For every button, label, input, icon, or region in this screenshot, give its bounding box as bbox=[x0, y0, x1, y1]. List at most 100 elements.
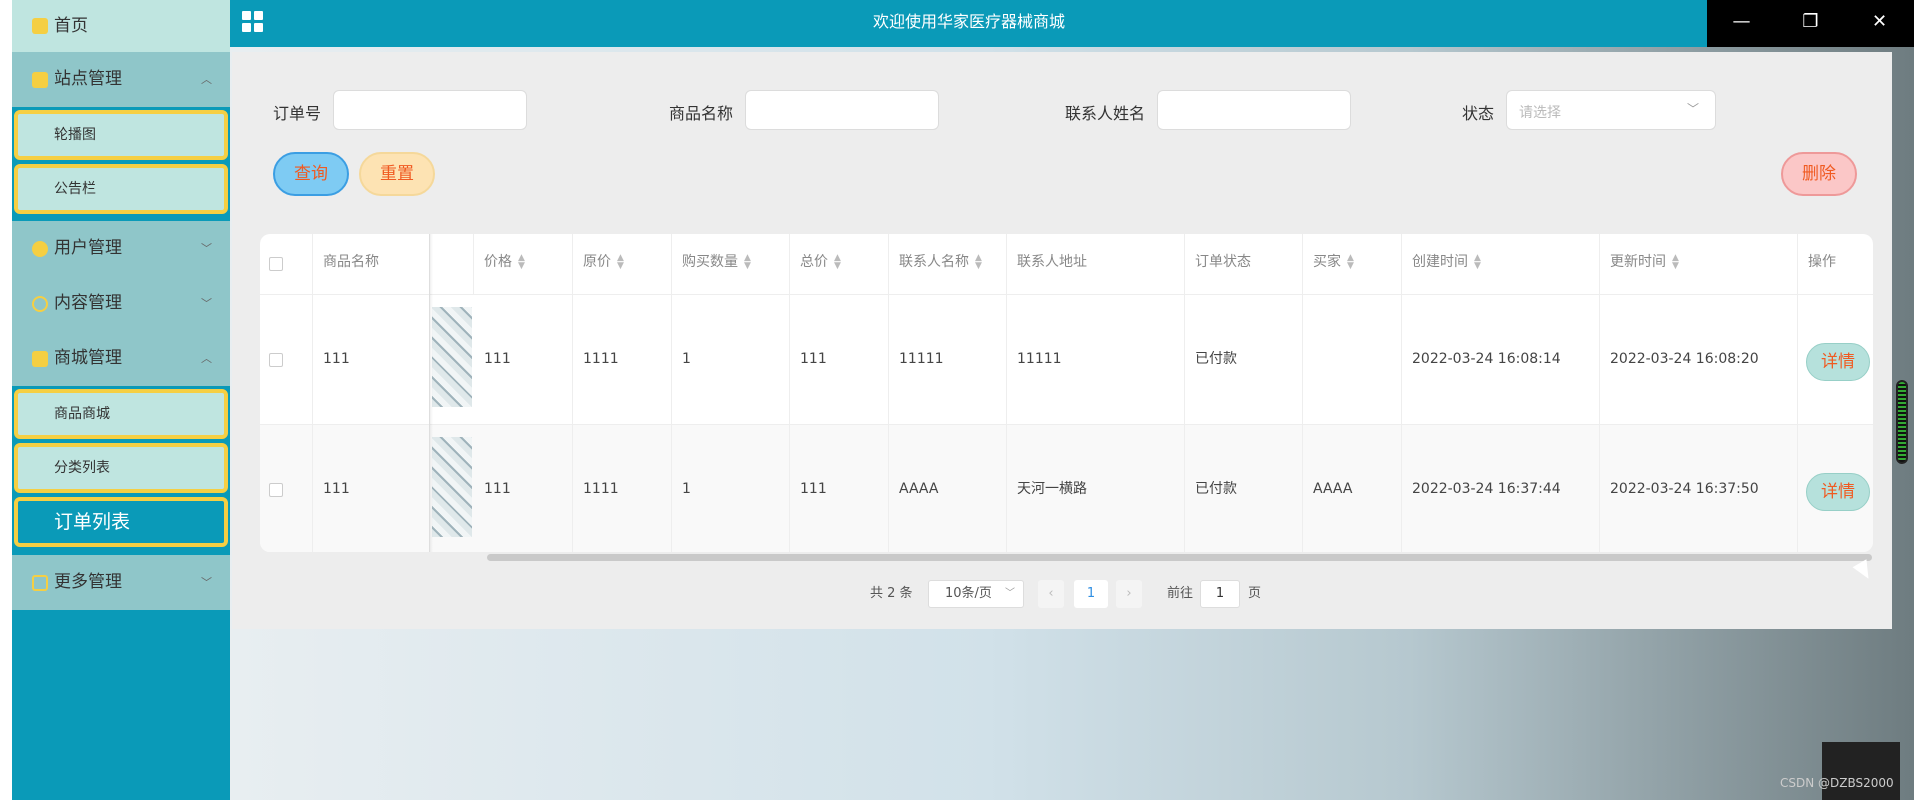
sidebar-item-label: 用户管理 bbox=[54, 238, 122, 258]
header-order-status: 订单状态 bbox=[1185, 234, 1303, 294]
header-label: 商品名称 bbox=[323, 254, 379, 270]
sort-icon[interactable]: ▲ ▼ bbox=[518, 254, 525, 271]
cell-updated: 2022-03-24 16:08:20 bbox=[1600, 295, 1798, 425]
page-size-value: 10条/页 bbox=[945, 586, 992, 601]
sidebar-item-category-list[interactable]: 分类列表 bbox=[14, 443, 228, 493]
detail-button[interactable]: 详情 bbox=[1806, 343, 1870, 381]
header-label: 买家 bbox=[1313, 254, 1341, 270]
order-no-input[interactable] bbox=[333, 90, 527, 130]
header-created[interactable]: 创建时间 ▲ ▼ bbox=[1402, 234, 1600, 294]
sort-icon[interactable]: ▲ ▼ bbox=[1672, 254, 1679, 271]
page-size-select[interactable]: 10条/页 ﹀ bbox=[928, 580, 1024, 608]
sidebar-item-product-mall[interactable]: 商品商城 bbox=[14, 389, 228, 439]
sidebar-item-content-mgmt[interactable]: 内容管理 ﹀ bbox=[12, 276, 230, 331]
sort-icon[interactable]: ▲ ▼ bbox=[1474, 254, 1481, 271]
table-row: 111 111 1111 1 111 11111 11111 已付款 2022-… bbox=[260, 294, 1873, 425]
header-label: 总价 bbox=[800, 254, 828, 270]
goto-page-input[interactable]: 1 bbox=[1200, 580, 1240, 608]
sidebar: 首页 站点管理 ︿ 轮播图 公告栏 用户管理 ﹀ 内容管理 ﹀ 商城管理 ︿ 商… bbox=[12, 0, 230, 800]
monitor-icon bbox=[32, 71, 48, 88]
sort-icon[interactable]: ▲ ▼ bbox=[834, 254, 841, 271]
fixed-column-shadow bbox=[429, 234, 433, 552]
sidebar-item-home[interactable]: 首页 bbox=[12, 0, 230, 52]
header-label: 创建时间 bbox=[1412, 254, 1468, 270]
header-contact-name[interactable]: 联系人名称 ▲ ▼ bbox=[889, 234, 1007, 294]
status-placeholder: 请选择 bbox=[1519, 105, 1561, 121]
sidebar-item-site-mgmt[interactable]: 站点管理 ︿ bbox=[12, 52, 230, 107]
sort-icon[interactable]: ▲ ▼ bbox=[744, 254, 751, 271]
cell-order-status: 已付款 bbox=[1185, 425, 1303, 552]
header-original-price[interactable]: 原价 ▲ ▼ bbox=[573, 234, 672, 294]
order-table: 商品名称 价格 ▲ ▼ 原价 ▲ ▼ 购买数量 ▲ ▼ 总价 ▲ ▼ 联系人名称 ▲ ▼ 联系人地址… bbox=[260, 234, 1873, 552]
home-icon bbox=[32, 18, 48, 34]
cell-created: 2022-03-24 16:37:44 bbox=[1402, 425, 1600, 552]
watermark: CSDN @DZBS2000 bbox=[1780, 776, 1894, 790]
cell-quantity: 1 bbox=[672, 425, 790, 552]
detail-button[interactable]: 详情 bbox=[1806, 473, 1870, 511]
header-buyer[interactable]: 买家 ▲ ▼ bbox=[1303, 234, 1402, 294]
header-product-name: 商品名称 bbox=[313, 234, 430, 294]
contact-name-input[interactable] bbox=[1157, 90, 1351, 130]
close-button[interactable]: ✕ bbox=[1845, 0, 1914, 47]
status-select[interactable]: 请选择 ﹀ bbox=[1506, 90, 1716, 130]
cell-price: 111 bbox=[474, 295, 573, 425]
header-quantity[interactable]: 购买数量 ▲ ▼ bbox=[672, 234, 790, 294]
cell-buyer: AAAA bbox=[1303, 425, 1402, 552]
app-title: 欢迎使用华家医疗器械商城 bbox=[872, 12, 1065, 31]
order-no-label: 订单号 bbox=[273, 104, 322, 123]
sidebar-item-label: 商城管理 bbox=[54, 348, 122, 368]
sidebar-item-label: 商品商城 bbox=[54, 406, 110, 422]
product-name-label: 商品名称 bbox=[669, 104, 734, 123]
product-name-input[interactable] bbox=[745, 90, 939, 130]
minimize-button[interactable]: — bbox=[1707, 0, 1776, 47]
chevron-up-icon: ︿ bbox=[201, 352, 212, 365]
cell-contact-address: 天河一横路 bbox=[1007, 425, 1185, 552]
chevron-down-icon: ﹀ bbox=[1005, 588, 1015, 599]
header-label: 联系人地址 bbox=[1017, 254, 1087, 270]
page-number-current[interactable]: 1 bbox=[1074, 580, 1108, 608]
restore-button[interactable]: ❐ bbox=[1776, 0, 1845, 47]
cell-updated: 2022-03-24 16:37:50 bbox=[1600, 425, 1798, 552]
sidebar-item-notice[interactable]: 公告栏 bbox=[14, 164, 228, 214]
header-label: 更新时间 bbox=[1610, 254, 1666, 270]
lock-icon bbox=[32, 350, 48, 367]
cell-total: 111 bbox=[790, 295, 889, 425]
vertical-scrollbar[interactable] bbox=[1896, 380, 1908, 464]
header-total[interactable]: 总价 ▲ ▼ bbox=[790, 234, 889, 294]
sidebar-item-more-mgmt[interactable]: 更多管理 ﹀ bbox=[12, 555, 230, 610]
header-action: 操作 bbox=[1798, 234, 1873, 294]
sort-icon[interactable]: ▲ ▼ bbox=[617, 254, 624, 271]
query-button[interactable]: 查询 bbox=[273, 152, 349, 196]
cell-product-name: 111 bbox=[313, 425, 430, 552]
row-checkbox[interactable] bbox=[269, 483, 283, 497]
horizontal-scrollbar[interactable] bbox=[487, 554, 1872, 561]
row-select-cell bbox=[260, 295, 313, 425]
header-image bbox=[430, 234, 474, 294]
prev-page-button[interactable]: ‹ bbox=[1038, 580, 1064, 608]
reset-button[interactable]: 重置 bbox=[359, 152, 435, 196]
select-all-checkbox[interactable] bbox=[269, 257, 283, 271]
cell-original-price: 1111 bbox=[573, 295, 672, 425]
status-label: 状态 bbox=[1462, 104, 1495, 123]
row-checkbox[interactable] bbox=[269, 353, 283, 367]
delete-button[interactable]: 删除 bbox=[1781, 152, 1857, 196]
sidebar-item-carousel[interactable]: 轮播图 bbox=[14, 110, 228, 160]
next-page-button[interactable]: › bbox=[1116, 580, 1142, 608]
copy-icon bbox=[32, 574, 48, 591]
sidebar-item-order-list[interactable]: 订单列表 bbox=[14, 497, 228, 547]
cell-created: 2022-03-24 16:08:14 bbox=[1402, 295, 1600, 425]
sort-icon[interactable]: ▲ ▼ bbox=[1347, 254, 1354, 271]
header-updated[interactable]: 更新时间 ▲ ▼ bbox=[1600, 234, 1798, 294]
sidebar-item-mall-mgmt[interactable]: 商城管理 ︿ bbox=[12, 331, 230, 386]
sort-icon[interactable]: ▲ ▼ bbox=[975, 254, 982, 271]
sidebar-item-user-mgmt[interactable]: 用户管理 ﹀ bbox=[12, 221, 230, 276]
row-select-cell bbox=[260, 425, 313, 552]
header-price[interactable]: 价格 ▲ ▼ bbox=[474, 234, 573, 294]
overlay-box bbox=[1822, 742, 1900, 800]
header-label: 购买数量 bbox=[682, 254, 738, 270]
chevron-down-icon: ﹀ bbox=[201, 297, 212, 310]
cell-original-price: 1111 bbox=[573, 425, 672, 552]
chevron-down-icon: ﹀ bbox=[201, 576, 212, 589]
header-label: 操作 bbox=[1808, 254, 1836, 270]
product-thumbnail bbox=[432, 307, 472, 407]
